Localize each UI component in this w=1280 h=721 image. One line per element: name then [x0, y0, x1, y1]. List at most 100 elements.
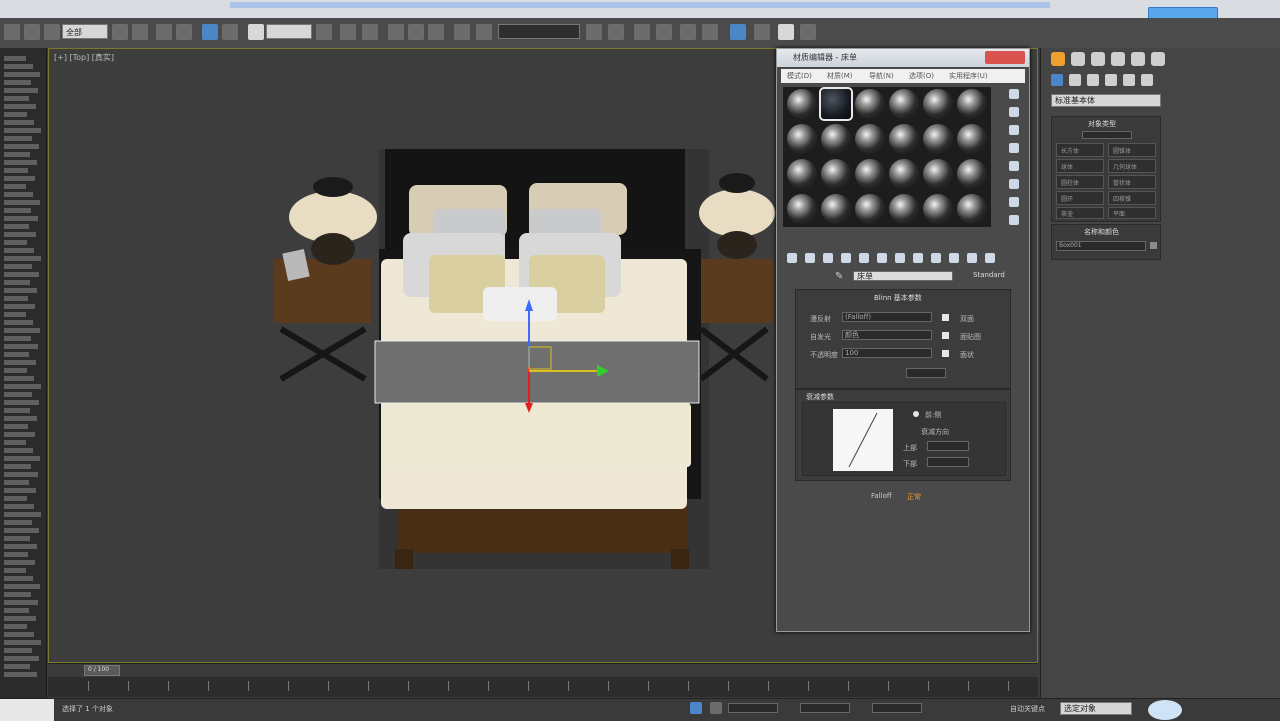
sample-slot[interactable]: [787, 89, 817, 119]
spinner-snap-icon[interactable]: [454, 24, 470, 40]
x-coordinate-field[interactable]: [728, 703, 778, 713]
play-animation-button[interactable]: [1148, 700, 1182, 720]
ribbon-tool-item[interactable]: [4, 96, 29, 101]
background-icon[interactable]: [1009, 125, 1019, 135]
ribbon-tool-item[interactable]: [4, 672, 37, 677]
helpers-icon[interactable]: [1123, 74, 1135, 86]
create-tab-icon[interactable]: [1051, 52, 1065, 66]
ribbon-tool-item[interactable]: [4, 656, 39, 661]
menu-navigation[interactable]: 导航(N): [869, 71, 894, 81]
ribbon-tool-item[interactable]: [4, 80, 31, 85]
motion-tab-icon[interactable]: [1111, 52, 1125, 66]
sample-slot[interactable]: [821, 124, 851, 154]
ribbon-tool-item[interactable]: [4, 112, 27, 117]
sample-slot[interactable]: [889, 194, 919, 224]
ribbon-tool-item[interactable]: [4, 224, 29, 229]
maxscript-listener[interactable]: [0, 699, 54, 721]
ribbon-tool-item[interactable]: [4, 608, 29, 613]
ribbon-tool-item[interactable]: [4, 424, 28, 429]
sample-slot[interactable]: [821, 194, 851, 224]
geosphere-button[interactable]: 几何球体: [1108, 159, 1156, 173]
y-coordinate-field[interactable]: [800, 703, 850, 713]
diffuse-lock-checkbox[interactable]: [942, 314, 949, 321]
ribbon-tool-item[interactable]: [4, 400, 39, 405]
ribbon-tool-item[interactable]: [4, 328, 40, 333]
cone-button[interactable]: 圆锥体: [1108, 143, 1156, 157]
tube-button[interactable]: 管状体: [1108, 175, 1156, 189]
pivot-center-icon[interactable]: [316, 24, 332, 40]
sample-slot[interactable]: [957, 124, 987, 154]
autogrid-toggle[interactable]: [1082, 131, 1132, 139]
undo-icon[interactable]: [4, 24, 20, 40]
select-scale-icon[interactable]: [248, 24, 264, 40]
time-slider[interactable]: 0 / 100: [48, 663, 1038, 678]
ribbon-tool-item[interactable]: [4, 144, 39, 149]
ribbon-tool-item[interactable]: [4, 552, 28, 557]
show-end-result-icon[interactable]: [931, 253, 941, 263]
select-by-name-icon[interactable]: [132, 24, 148, 40]
render-production-icon[interactable]: [800, 24, 816, 40]
ribbon-tool-item[interactable]: [4, 256, 41, 261]
ribbon-tool-item[interactable]: [4, 448, 33, 453]
sample-slot[interactable]: [923, 194, 953, 224]
reference-coordinate-dropdown[interactable]: [266, 24, 312, 39]
ribbon-tool-item[interactable]: [4, 368, 27, 373]
track-bar[interactable]: [48, 677, 1038, 697]
shapes-icon[interactable]: [1069, 74, 1081, 86]
face-map-label[interactable]: 面贴图: [960, 332, 981, 342]
link-icon[interactable]: [44, 24, 60, 40]
ribbon-tool-item[interactable]: [4, 336, 31, 341]
ribbon-tool-item[interactable]: [4, 176, 35, 181]
sphere-button[interactable]: 球体: [1056, 159, 1104, 173]
ribbon-tool-item[interactable]: [4, 432, 35, 437]
ribbon-tool-item[interactable]: [4, 384, 41, 389]
keyboard-shortcut-icon[interactable]: [362, 24, 378, 40]
material-name-field[interactable]: 床单: [853, 271, 953, 281]
options-icon[interactable]: [1009, 197, 1019, 207]
ribbon-tool-item[interactable]: [4, 136, 32, 141]
material-map-navigator-icon[interactable]: [985, 253, 995, 263]
ribbon-tool-item[interactable]: [4, 536, 30, 541]
ribbon-tool-item[interactable]: [4, 616, 36, 621]
sample-slot[interactable]: [923, 159, 953, 189]
sample-slot[interactable]: [957, 159, 987, 189]
go-forward-sibling-icon[interactable]: [967, 253, 977, 263]
falloff-lower-field[interactable]: [927, 457, 969, 467]
sample-slot[interactable]: [821, 159, 851, 189]
sample-slot[interactable]: [855, 89, 885, 119]
ribbon-tool-item[interactable]: [4, 576, 33, 581]
falloff-upper-field[interactable]: [927, 441, 969, 451]
sample-slot[interactable]: [957, 194, 987, 224]
menu-utilities[interactable]: 实用程序(U): [949, 71, 988, 81]
ribbon-tool-item[interactable]: [4, 496, 27, 501]
object-name-field[interactable]: Box001: [1056, 241, 1146, 251]
ribbon-tool-item[interactable]: [4, 648, 32, 653]
ribbon-tool-item[interactable]: [4, 312, 26, 317]
angle-snap-icon[interactable]: [408, 24, 424, 40]
box-button[interactable]: 长方体: [1056, 143, 1104, 157]
ribbon-tool-item[interactable]: [4, 472, 38, 477]
put-to-library-icon[interactable]: [877, 253, 887, 263]
sample-slot[interactable]: [855, 159, 885, 189]
object-category-dropdown[interactable]: 标准基本体: [1051, 94, 1161, 107]
ribbon-tool-item[interactable]: [4, 296, 28, 301]
ribbon-tool-item[interactable]: [4, 120, 34, 125]
edit-named-selection-icon[interactable]: [476, 24, 492, 40]
menu-mode[interactable]: 模式(D): [787, 71, 812, 81]
lights-icon[interactable]: [1087, 74, 1099, 86]
ribbon-tool-item[interactable]: [4, 352, 29, 357]
ribbon-tool-item[interactable]: [4, 232, 36, 237]
time-slider-thumb[interactable]: 0 / 100: [84, 665, 120, 676]
close-button[interactable]: [985, 51, 1025, 64]
ribbon-tool-item[interactable]: [4, 208, 31, 213]
sample-slot[interactable]: [855, 124, 885, 154]
show-shaded-icon[interactable]: [913, 253, 923, 263]
ribbon-tool-item[interactable]: [4, 160, 37, 165]
material-id-icon[interactable]: [895, 253, 905, 263]
display-tab-icon[interactable]: [1131, 52, 1145, 66]
menu-options[interactable]: 选项(O): [909, 71, 934, 81]
falloff-curve-graph[interactable]: [833, 409, 893, 471]
sample-slot[interactable]: [889, 159, 919, 189]
put-to-scene-icon[interactable]: [805, 253, 815, 263]
geometry-icon[interactable]: [1051, 74, 1063, 86]
